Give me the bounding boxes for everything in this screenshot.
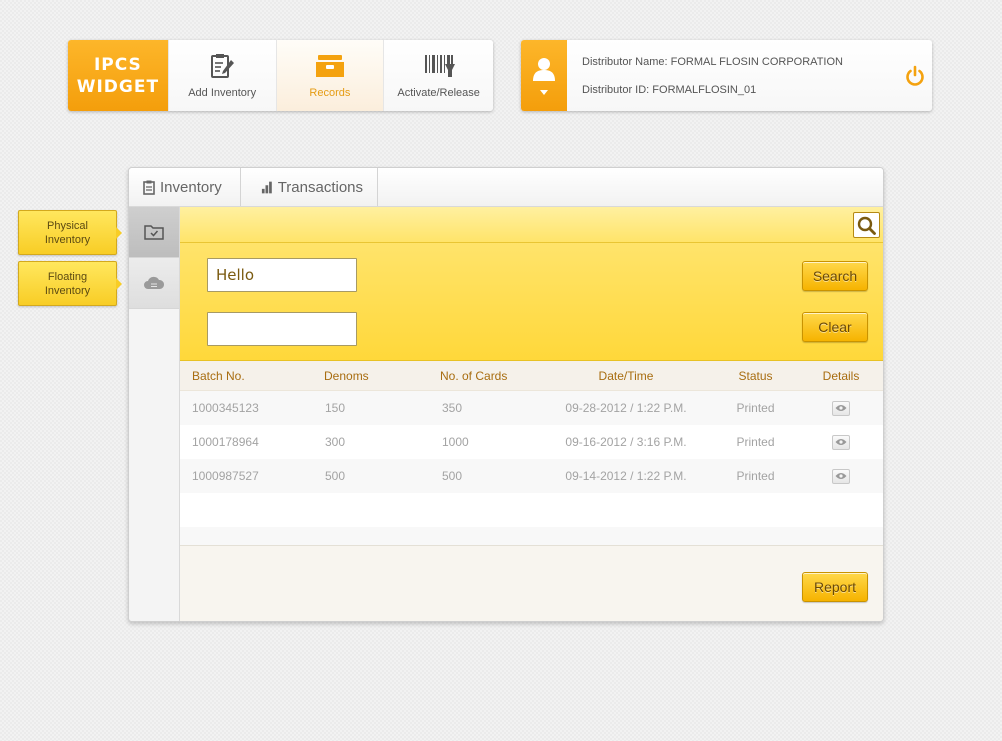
distributor-name: Distributor Name: FORMAL FLOSIN CORPORAT… <box>582 56 843 68</box>
cell-batch: 1000178964 <box>192 435 259 449</box>
cell-cards: 500 <box>442 469 463 483</box>
cell-denom: 300 <box>325 435 346 449</box>
add-inventory-button[interactable]: Add Inventory <box>167 40 276 111</box>
details-button[interactable] <box>832 400 850 416</box>
eye-icon <box>835 439 847 445</box>
secondary-input[interactable] <box>207 312 357 346</box>
brand-line1: IPCS <box>93 54 142 75</box>
clipboard-icon <box>143 180 155 195</box>
chevron-down-icon <box>540 89 548 95</box>
tab-transactions-label: Transactions <box>277 178 363 196</box>
col-cards: No. of Cards <box>440 368 508 383</box>
cell-status: Printed <box>736 401 775 415</box>
filter-header <box>180 207 883 243</box>
col-details: Details <box>822 368 860 383</box>
table-footer: Report <box>180 545 883 621</box>
cell-cards: 1000 <box>442 435 469 449</box>
barcode-icon <box>424 55 455 77</box>
cell-cards: 350 <box>442 401 463 415</box>
search-input[interactable]: Hello <box>207 258 357 292</box>
cloud-icon <box>144 276 165 289</box>
physical-tag-line2: Inventory <box>44 233 91 246</box>
distributor-id: Distributor ID: FORMALFLOSIN_01 <box>582 84 757 96</box>
table-row: 1000178964 300 1000 09-16-2012 / 3:16 P.… <box>180 425 883 459</box>
cell-status: Printed <box>736 469 775 483</box>
search-icon <box>857 216 876 235</box>
details-button[interactable] <box>832 434 850 450</box>
cell-datetime: 09-14-2012 / 1:22 P.M. <box>565 469 687 483</box>
bar-chart-icon <box>261 181 272 193</box>
brand-logo: IPCS WIDGET <box>68 40 168 111</box>
details-button[interactable] <box>832 468 850 484</box>
tab-inventory[interactable]: Inventory <box>129 168 241 206</box>
tab-inventory-label: Inventory <box>160 178 222 196</box>
cell-datetime: 09-16-2012 / 3:16 P.M. <box>565 435 687 449</box>
table-row: 1000987527 500 500 09-14-2012 / 1:22 P.M… <box>180 459 883 493</box>
activate-release-button[interactable]: Activate/Release <box>383 40 494 111</box>
physical-inventory-button[interactable] <box>129 207 179 258</box>
cell-batch: 1000987527 <box>192 469 259 483</box>
clipboard-edit-icon <box>211 54 235 78</box>
tab-transactions[interactable]: Transactions <box>241 168 378 206</box>
cell-denom: 150 <box>325 401 346 415</box>
distributor-info: Distributor Name: FORMAL FLOSIN CORPORAT… <box>567 40 843 111</box>
records-label: Records <box>309 87 351 99</box>
activate-release-label: Activate/Release <box>397 87 480 99</box>
table-row: 1000345123 150 350 09-28-2012 / 1:22 P.M… <box>180 391 883 425</box>
search-button[interactable]: Search <box>802 261 868 291</box>
records-drawer-icon <box>315 55 344 77</box>
widget-toolbar: IPCS WIDGET Add Inventory Records Activa… <box>68 40 494 111</box>
clear-button[interactable]: Clear <box>802 312 868 342</box>
cell-datetime: 09-28-2012 / 1:22 P.M. <box>565 401 687 415</box>
report-button[interactable]: Report <box>802 572 868 602</box>
floating-inventory-tag[interactable]: Floating Inventory <box>18 261 122 306</box>
power-icon <box>906 65 924 86</box>
inventory-panel: Inventory Transactions Hello Search Clea… <box>128 167 884 622</box>
content-area: Hello Search Clear Batch No. Denoms No. … <box>180 207 883 621</box>
power-button[interactable] <box>904 65 926 92</box>
floating-inventory-button[interactable] <box>129 258 179 309</box>
avatar[interactable] <box>521 40 567 111</box>
side-nav <box>129 207 180 621</box>
add-inventory-label: Add Inventory <box>188 87 257 99</box>
table-row-empty <box>180 493 883 527</box>
search-toggle-button[interactable] <box>853 212 880 238</box>
tab-bar: Inventory Transactions <box>129 168 883 207</box>
table-header: Batch No. Denoms No. of Cards Date/Time … <box>180 361 883 391</box>
folder-check-icon <box>144 225 164 240</box>
col-status: Status <box>738 368 773 383</box>
cell-status: Printed <box>736 435 775 449</box>
distributor-bar: Distributor Name: FORMAL FLOSIN CORPORAT… <box>521 40 932 111</box>
cell-denom: 500 <box>325 469 346 483</box>
user-icon <box>533 57 555 81</box>
col-datetime: Date/Time <box>598 368 654 383</box>
floating-tag-line1: Floating <box>47 270 88 283</box>
eye-icon <box>835 405 847 411</box>
floating-tag-line2: Inventory <box>44 284 91 297</box>
physical-inventory-tag[interactable]: Physical Inventory <box>18 210 122 255</box>
col-batch: Batch No. <box>192 368 245 383</box>
brand-line2: WIDGET <box>76 76 160 97</box>
eye-icon <box>835 473 847 479</box>
col-denoms: Denoms <box>324 368 369 383</box>
cell-batch: 1000345123 <box>192 401 259 415</box>
physical-tag-line1: Physical <box>47 219 88 232</box>
filter-panel: Hello Search Clear <box>180 207 883 361</box>
records-button[interactable]: Records <box>275 40 384 111</box>
